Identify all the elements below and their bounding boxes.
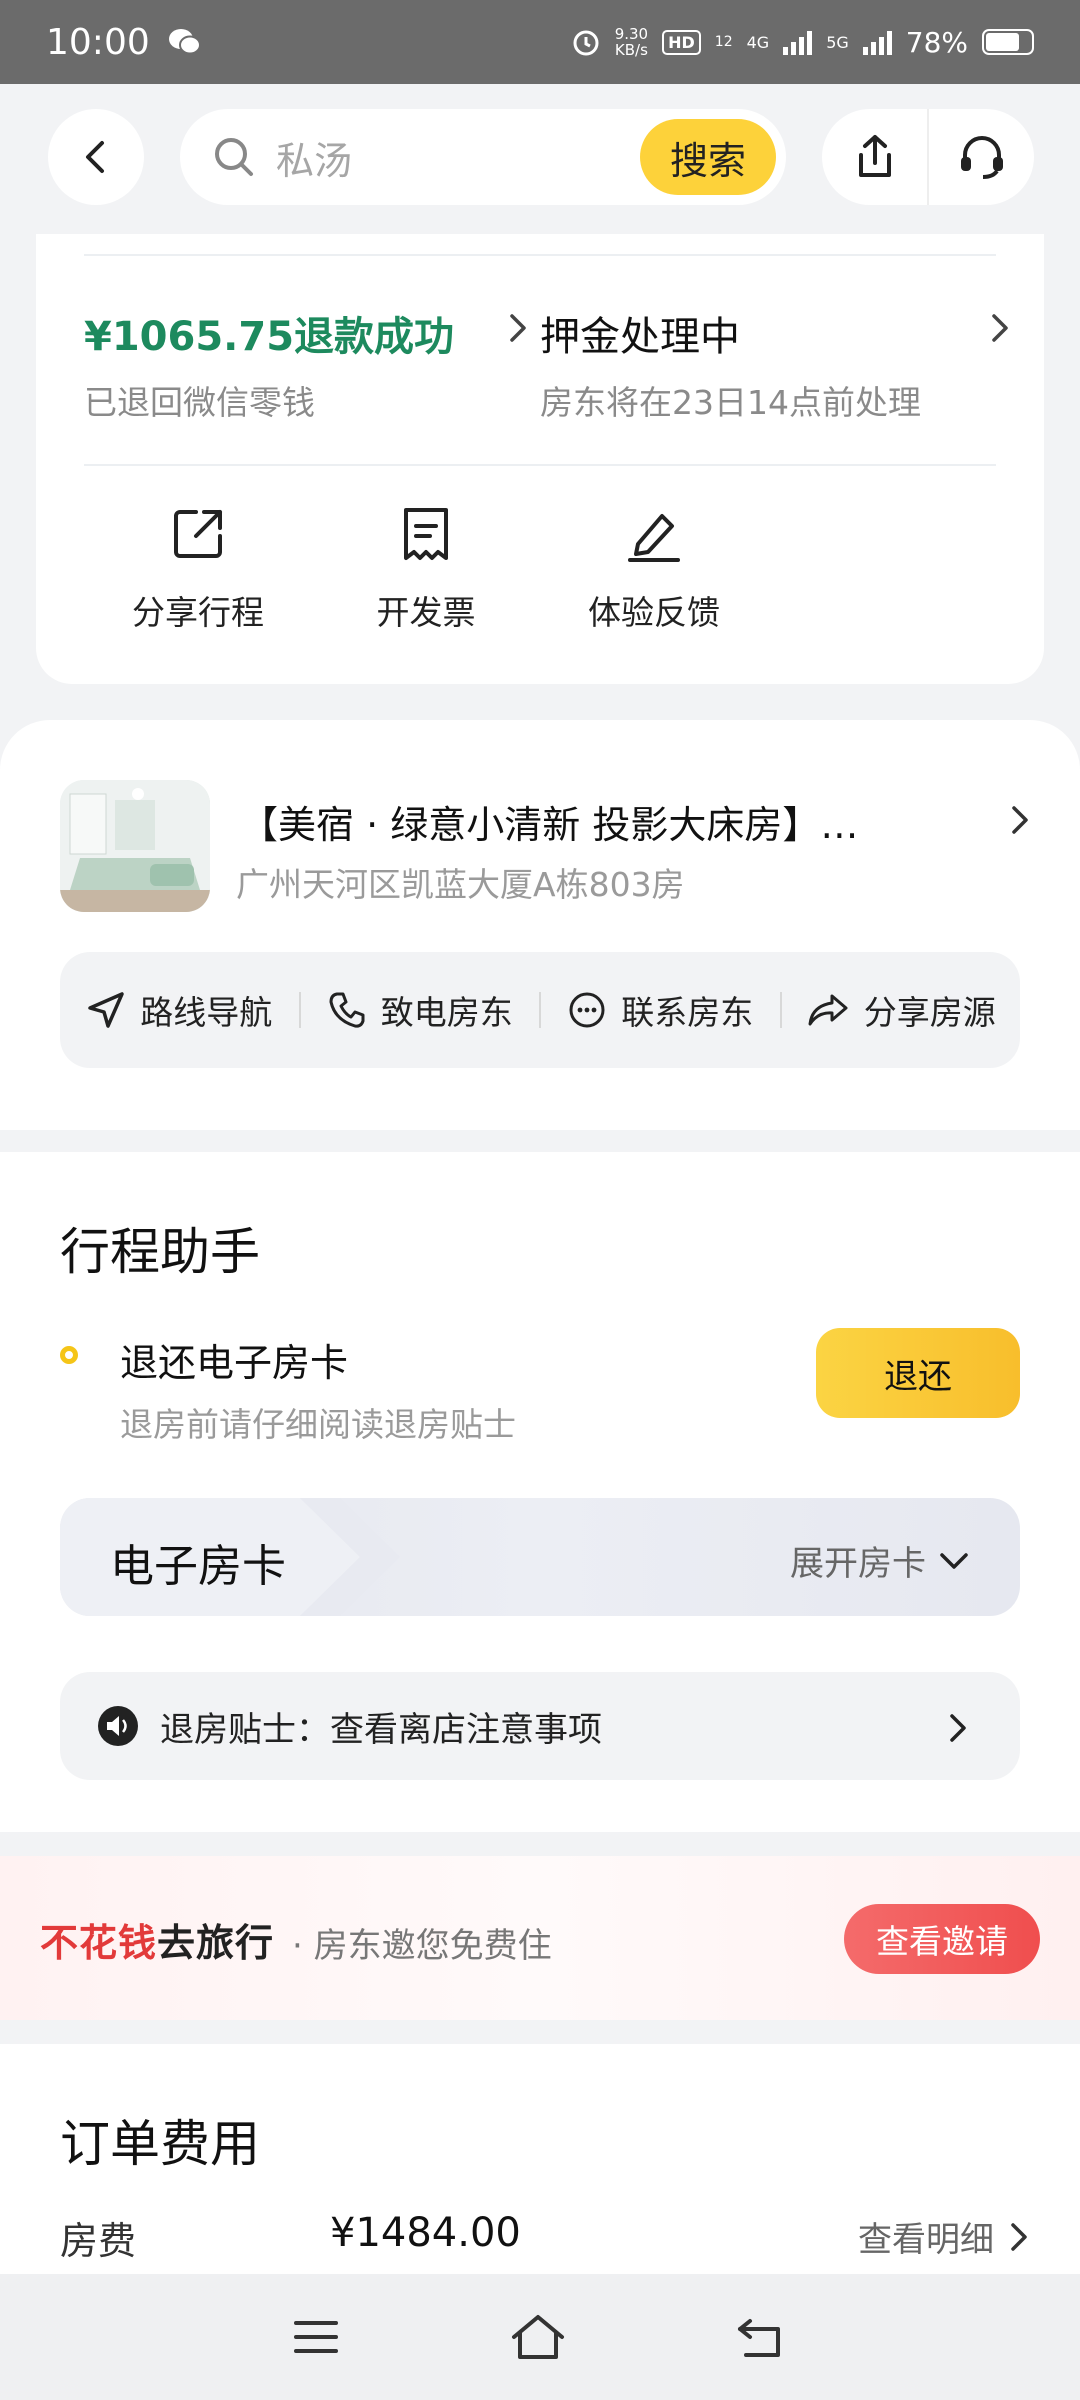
home-icon[interactable] — [510, 2313, 566, 2361]
step-title: 退还电子房卡 — [120, 1341, 349, 1385]
hd-badge: HD — [662, 29, 701, 55]
menu-icon[interactable] — [292, 2317, 340, 2357]
phone-icon — [329, 992, 365, 1028]
listing-card: 【美宿 · 绿意小清新 投影大床房】… 广州天河区凯蓝大厦A栋803房 路线导航… — [0, 720, 1080, 1130]
electronic-key-card[interactable]: 电子房卡 展开房卡 — [60, 1498, 1020, 1616]
navigation-label: 路线导航 — [140, 993, 273, 1032]
room-photo — [60, 780, 210, 912]
chevron-right-icon — [1011, 2222, 1027, 2251]
feedback-label: 体验反馈 — [588, 593, 720, 632]
invoice-icon — [404, 508, 448, 560]
divider — [84, 254, 996, 256]
share-trip-icon — [174, 510, 222, 558]
listing-action-bar: 路线导航 致电房东 联系房东 分享房源 — [60, 952, 1020, 1068]
electronic-key-title: 电子房卡 — [110, 1541, 286, 1592]
invoice-label: 开发票 — [376, 593, 476, 632]
status-bar: 10:00 9.30 KB/s HD 12 4G 5G 78% — [0, 0, 1080, 84]
share-arrow-icon — [808, 994, 848, 1026]
order-status-card: ¥1065.75退款成功 已退回微信零钱 押金处理中 房东将在23日14点前处理… — [36, 234, 1044, 684]
feedback-icon — [628, 514, 680, 562]
net-speed: 9.30 KB/s — [615, 26, 648, 58]
banner-headline-red: 不花钱 — [40, 1921, 158, 1965]
trip-assistant-title: 行程助手 — [60, 1223, 260, 1281]
navigation-button[interactable]: 路线导航 — [60, 986, 299, 1034]
share-icon — [858, 135, 891, 177]
share-listing-button[interactable]: 分享房源 — [782, 986, 1021, 1034]
refund-status[interactable]: ¥1065.75退款成功 已退回微信零钱 — [84, 304, 454, 424]
chevron-right-icon — [950, 1714, 966, 1742]
refund-sub: 已退回微信零钱 — [84, 383, 315, 422]
call-host-label: 致电房东 — [380, 993, 513, 1032]
step-dot — [60, 1346, 78, 1364]
chat-icon — [569, 992, 605, 1028]
header-actions — [822, 109, 1034, 205]
invoice-button[interactable]: 开发票 — [326, 504, 526, 634]
share-trip-label: 分享行程 — [132, 593, 264, 632]
view-detail-link[interactable]: 查看明细 — [858, 2212, 1030, 2261]
room-fee-amount: ¥1484.00 — [330, 2210, 521, 2256]
network-4g: 4G — [746, 32, 770, 52]
listing-title[interactable]: 【美宿 · 绿意小清新 投影大床房】… — [240, 794, 930, 849]
chevron-right-icon[interactable] — [1008, 802, 1032, 838]
status-time: 10:00 — [46, 21, 150, 63]
wechat-notification-icon — [168, 29, 201, 55]
battery-icon — [982, 29, 1034, 55]
search-icon — [215, 138, 253, 176]
net-speed-unit: KB/s — [614, 41, 648, 59]
system-nav-bar — [0, 2274, 1080, 2400]
chevron-right-icon — [992, 314, 1008, 342]
customer-service-button[interactable] — [929, 109, 1034, 205]
listing-thumbnail[interactable] — [60, 780, 210, 912]
signal-icon — [783, 29, 813, 55]
call-host-button[interactable]: 致电房东 — [301, 986, 540, 1034]
share-button[interactable] — [822, 109, 927, 205]
battery-percent: 78% — [905, 25, 968, 59]
checkout-tips-text: 退房贴士：查看离店注意事项 — [160, 1709, 602, 1750]
status-indicators: 9.30 KB/s HD 12 4G 5G 78% — [571, 26, 1034, 59]
back-icon — [86, 141, 104, 173]
share-listing-label: 分享房源 — [863, 993, 996, 1032]
view-detail-label: 查看明细 — [858, 2220, 994, 2260]
back-nav-icon[interactable] — [736, 2315, 788, 2359]
net-speed-value: 9.30 — [614, 25, 649, 43]
signal-icon-2 — [862, 29, 892, 55]
chevron-down-icon — [940, 1552, 968, 1569]
speaker-icon — [98, 1706, 138, 1746]
divider — [84, 464, 996, 466]
return-key-button[interactable]: 退还 — [816, 1328, 1020, 1418]
listing-address: 广州天河区凯蓝大厦A栋803房 — [236, 865, 685, 904]
header: 私汤 搜索 — [0, 84, 1080, 234]
banner-headline: 不花钱去旅行 — [40, 1912, 274, 1967]
customer-service-icon — [960, 136, 1003, 179]
order-fees-card: 订单费用 房费 ¥1484.00 查看明细 — [0, 2044, 1080, 2274]
navigation-icon — [88, 992, 124, 1028]
order-fees-title: 订单费用 — [60, 2115, 260, 2173]
trip-assistant-card: 行程助手 退还电子房卡 退房前请仔细阅读退房贴士 退还 电子房卡 展开房卡 退房… — [0, 1152, 1080, 1832]
search-button[interactable]: 搜索 — [640, 119, 776, 195]
feedback-button[interactable]: 体验反馈 — [554, 504, 754, 634]
refund-amount: ¥1065.75退款成功 — [84, 314, 455, 360]
banner-headline-dark: 去旅行 — [157, 1921, 275, 1965]
hd-sub: 12 — [714, 34, 733, 50]
network-5g: 5G — [826, 32, 849, 52]
alarm-icon — [573, 30, 599, 56]
share-trip-button[interactable]: 分享行程 — [98, 504, 298, 634]
banner-sub: · 房东邀您免费住 — [292, 1926, 552, 1966]
checkout-tips-row[interactable]: 退房贴士：查看离店注意事项 — [60, 1672, 1020, 1780]
chevron-right-icon — [510, 314, 526, 342]
deposit-sub: 房东将在23日14点前处理 — [540, 383, 921, 422]
free-stay-banner[interactable]: 不花钱去旅行 · 房东邀您免费住 查看邀请 — [0, 1856, 1080, 2020]
deposit-status[interactable]: 押金处理中 房东将在23日14点前处理 — [540, 304, 921, 424]
contact-host-button[interactable]: 联系房东 — [541, 986, 780, 1034]
search-placeholder: 私汤 — [276, 138, 353, 183]
deposit-title: 押金处理中 — [540, 314, 740, 360]
step-sub: 退房前请仔细阅读退房贴士 — [120, 1405, 516, 1444]
back-button[interactable] — [48, 109, 144, 205]
contact-host-label: 联系房东 — [621, 993, 754, 1032]
expand-key-label: 展开房卡 — [790, 1544, 926, 1584]
room-fee-label: 房费 — [60, 2219, 137, 2263]
view-invite-button[interactable]: 查看邀请 — [844, 1904, 1040, 1974]
expand-key-button[interactable]: 展开房卡 — [790, 1536, 970, 1585]
search-box[interactable]: 私汤 搜索 — [180, 109, 786, 205]
